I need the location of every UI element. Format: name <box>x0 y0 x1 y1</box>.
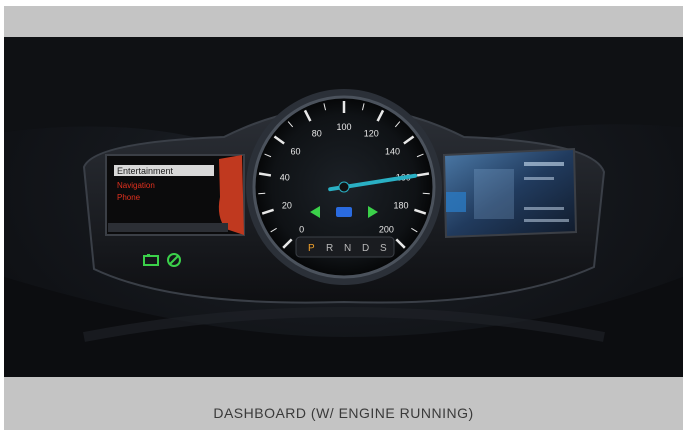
menu-item-navigation: Navigation <box>117 181 155 190</box>
gear-d: D <box>362 243 369 254</box>
speedometer-tick-label: 100 <box>336 122 351 132</box>
gear-p: P <box>308 243 315 254</box>
speedometer-tick-label: 20 <box>282 201 292 211</box>
gear-n: N <box>344 243 351 254</box>
speedometer-tick <box>422 192 430 195</box>
speedometer-tick-label: 80 <box>312 129 322 139</box>
speedometer-tick-label: 60 <box>290 147 300 157</box>
dashboard-photo: Entertainment Navigation Phone 0 20 40 60 80… <box>4 37 683 377</box>
photo-caption: DASHBOARD (W/ ENGINE RUNNING) <box>213 405 474 421</box>
instrument-cluster: Entertainment Navigation Phone 0 20 40 60 80… <box>4 37 683 377</box>
menu-item-entertainment: Entertainment <box>117 166 174 176</box>
left-display: Entertainment Navigation Phone <box>105 154 245 236</box>
gear-s: S <box>380 243 387 254</box>
headlight-icon <box>336 207 352 217</box>
gear-r: R <box>326 243 333 254</box>
speedometer-tick-label: 0 <box>299 224 304 234</box>
menu-item-phone: Phone <box>117 193 141 202</box>
speedometer-tick-label: 40 <box>280 173 290 183</box>
right-display <box>442 147 578 239</box>
speedometer-tick-label: 200 <box>379 224 394 234</box>
speedometer-tick-label: 180 <box>394 201 409 211</box>
speedometer-tick-label: 140 <box>385 147 400 157</box>
speedometer-tick <box>258 192 266 195</box>
gear-indicator: P R N D S <box>295 236 395 258</box>
speedometer-tick-label: 120 <box>364 129 379 139</box>
